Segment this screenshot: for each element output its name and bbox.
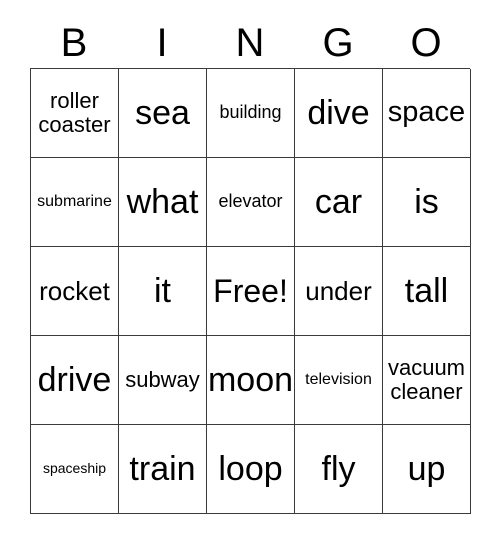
bingo-grid: roller coaster sea building dive space submar…	[30, 68, 471, 514]
bingo-header: BINGO	[30, 18, 470, 68]
bingo-square[interactable]: subway	[119, 336, 207, 425]
bingo-square[interactable]: roller coaster	[31, 69, 119, 158]
bingo-square[interactable]: rocket	[31, 247, 119, 336]
bingo-square[interactable]: tall	[383, 247, 471, 336]
bingo-square[interactable]: television	[295, 336, 383, 425]
bingo-header-letter-i: I	[156, 21, 168, 65]
bingo-square-label: fly	[321, 449, 356, 488]
bingo-square-label: elevator	[218, 191, 283, 212]
bingo-square[interactable]: spaceship	[31, 425, 119, 514]
bingo-row: submarine what elevator car is	[31, 158, 471, 247]
bingo-square-label: vacuum cleaner	[387, 355, 466, 404]
bingo-square-label: spaceship	[42, 460, 107, 477]
bingo-square-label: what	[126, 182, 199, 221]
bingo-square[interactable]: train	[119, 425, 207, 514]
bingo-square-label: roller coaster	[38, 88, 111, 137]
bingo-square[interactable]: loop	[207, 425, 295, 514]
bingo-square[interactable]: under	[295, 247, 383, 336]
bingo-square-label: train	[129, 449, 196, 488]
bingo-square[interactable]: car	[295, 158, 383, 247]
bingo-square-label: is	[414, 182, 439, 221]
bingo-square-label: it	[154, 271, 171, 310]
bingo-row: drive subway moon television vacuum cleaner	[31, 336, 471, 425]
bingo-square[interactable]: is	[383, 158, 471, 247]
bingo-square-label: television	[305, 371, 372, 389]
bingo-square-label: space	[387, 96, 466, 129]
bingo-square-label: up	[407, 449, 446, 488]
bingo-square[interactable]: sea	[119, 69, 207, 158]
bingo-row: rocket it Free! under tall	[31, 247, 471, 336]
bingo-square[interactable]: it	[119, 247, 207, 336]
bingo-header-letter-o: O	[410, 21, 442, 65]
bingo-square-label: under	[305, 275, 372, 306]
bingo-square-label: sea	[135, 93, 190, 132]
bingo-square-label: subway	[125, 367, 200, 393]
bingo-square[interactable]: drive	[31, 336, 119, 425]
bingo-square[interactable]: submarine	[31, 158, 119, 247]
bingo-header-letter-b: B	[60, 21, 88, 65]
bingo-square-label: dive	[307, 93, 370, 132]
bingo-header-letter-g: G	[322, 21, 354, 65]
bingo-square-label: drive	[37, 360, 112, 399]
bingo-square[interactable]: dive	[295, 69, 383, 158]
bingo-square[interactable]: what	[119, 158, 207, 247]
bingo-header-letter-n: N	[235, 21, 265, 65]
bingo-square[interactable]: space	[383, 69, 471, 158]
bingo-square[interactable]: up	[383, 425, 471, 514]
bingo-square-label: Free!	[213, 272, 288, 309]
bingo-row: spaceship train loop fly up	[31, 425, 471, 514]
bingo-square-label: building	[219, 102, 282, 123]
bingo-row: roller coaster sea building dive space	[31, 69, 471, 158]
bingo-card: B I N G O roller coaster sea building dive space…	[30, 18, 471, 514]
bingo-square-label: loop	[218, 449, 283, 488]
bingo-square[interactable]: vacuum cleaner	[383, 336, 471, 425]
bingo-square-label: car	[314, 182, 363, 221]
bingo-free-space[interactable]: Free!	[207, 247, 295, 336]
bingo-square-label: moon	[207, 360, 294, 399]
bingo-square-label: tall	[404, 271, 449, 310]
bingo-square[interactable]: elevator	[207, 158, 295, 247]
bingo-square[interactable]: moon	[207, 336, 295, 425]
bingo-square[interactable]: fly	[295, 425, 383, 514]
bingo-square-label: rocket	[39, 275, 110, 306]
bingo-square-label: submarine	[37, 193, 112, 211]
bingo-square[interactable]: building	[207, 69, 295, 158]
